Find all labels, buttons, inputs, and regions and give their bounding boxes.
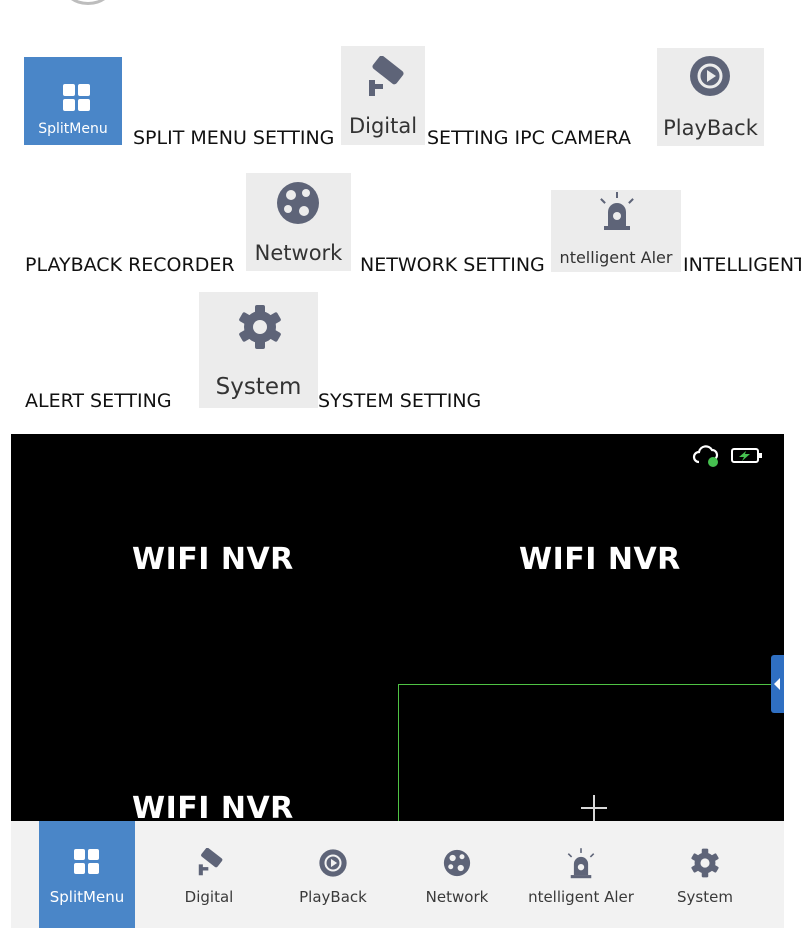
digital-desc: SETTING IPC CAMERA (427, 127, 631, 149)
channel-1-title: WIFI NVR (132, 542, 294, 577)
camera-icon (369, 56, 404, 96)
taskbar-alert-label: ntelligent Aler (528, 888, 634, 906)
alert-desc: INTELLIGENT (683, 254, 801, 276)
playback-tile: PlayBack (657, 48, 764, 146)
taskbar-playback-button[interactable]: PlayBack (285, 821, 381, 928)
playback-tile-label: PlayBack (663, 116, 758, 140)
splitmenu-tile: SplitMenu (24, 57, 122, 145)
network-globe-icon (277, 182, 319, 224)
digital-tile: Digital (341, 46, 425, 145)
taskbar-playback-label: PlayBack (299, 888, 367, 906)
taskbar-digital-button[interactable]: Digital (161, 821, 257, 928)
system-tile-label: System (215, 374, 302, 400)
taskbar-digital-label: Digital (184, 888, 234, 906)
digital-tile-label: Digital (348, 114, 418, 138)
grid-icon (74, 849, 99, 874)
network-tile: Network (246, 173, 351, 271)
alarm-siren-icon (567, 848, 595, 879)
partial-icon-top (62, 0, 114, 5)
splitmenu-tile-label: SplitMenu (38, 121, 108, 137)
playback-icon (690, 56, 730, 96)
grid-icon (63, 84, 90, 111)
taskbar-system-label: System (677, 888, 733, 906)
network-tile-label: Network (254, 241, 343, 265)
taskbar-splitmenu-label: SplitMenu (49, 888, 125, 906)
alert-desc-cont: ALERT SETTING (25, 390, 172, 412)
network-desc: NETWORK SETTING (360, 254, 545, 276)
splitmenu-desc: SPLIT MENU SETTING (133, 127, 335, 149)
alert-tile: ntelligent Aler (551, 190, 681, 272)
nvr-screen: WIFI NVR WIFI NVR WIFI NVR SplitMenu Dig (11, 434, 784, 928)
playback-icon (319, 849, 347, 877)
side-panel-toggle[interactable] (771, 655, 784, 713)
gear-icon (239, 305, 281, 349)
taskbar-system-button[interactable]: System (657, 821, 753, 928)
taskbar-alert-button[interactable]: ntelligent Aler (521, 821, 641, 928)
camera-icon (198, 848, 223, 876)
network-globe-icon (443, 849, 471, 877)
alert-tile-label: ntelligent Aler (559, 248, 673, 267)
system-desc: SYSTEM SETTING (318, 390, 482, 412)
alarm-siren-icon (600, 192, 634, 230)
gear-icon (691, 848, 719, 878)
chevron-left-icon (774, 678, 780, 690)
system-tile: System (199, 292, 318, 408)
playback-desc: PLAYBACK RECORDER (25, 254, 235, 276)
bottom-taskbar: SplitMenu Digital PlayBack Network ntell… (11, 821, 784, 928)
taskbar-network-button[interactable]: Network (409, 821, 505, 928)
battery-charging-icon (731, 448, 762, 463)
taskbar-network-label: Network (425, 888, 489, 906)
add-channel-crosshair-icon[interactable] (581, 795, 607, 821)
channel-2-title: WIFI NVR (519, 542, 681, 577)
taskbar-splitmenu-button[interactable]: SplitMenu (39, 821, 135, 928)
cloud-connected-icon (692, 445, 719, 467)
